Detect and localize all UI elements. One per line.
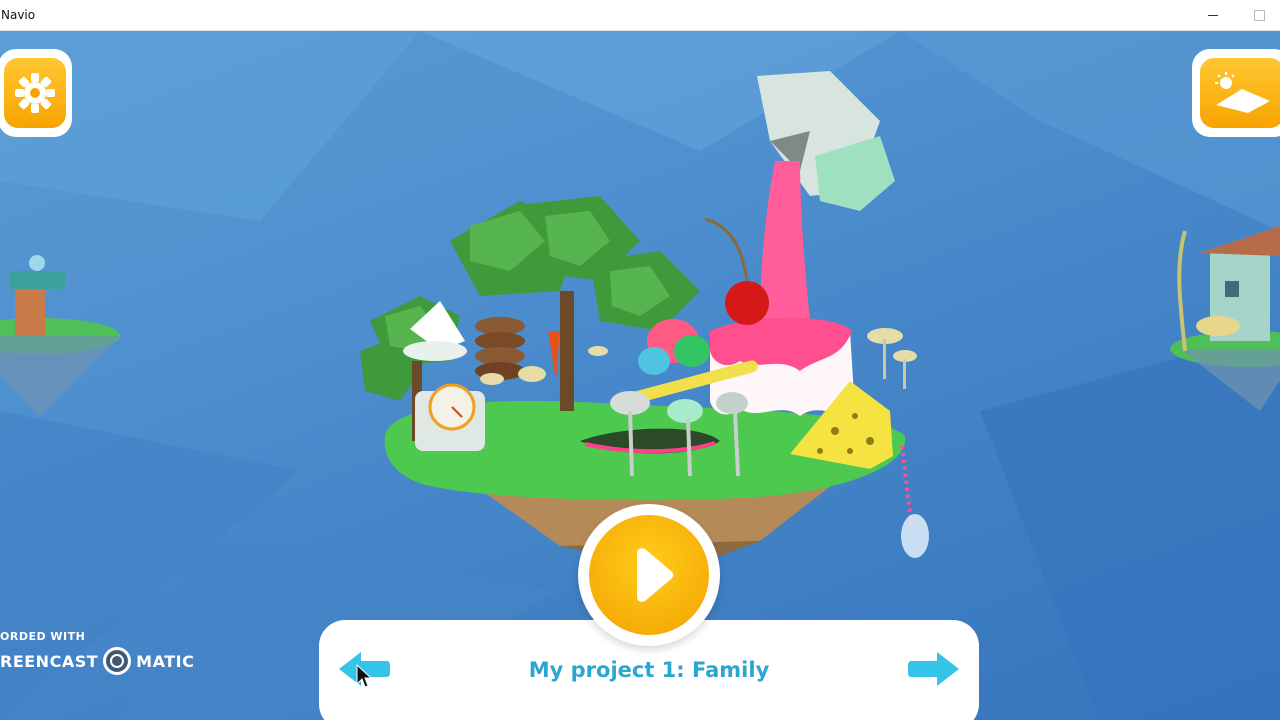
project-title: My project 1: Family: [528, 658, 770, 682]
play-icon: [637, 548, 674, 602]
main-island: [360, 71, 929, 571]
recording-watermark: ORDED WITH REENCAST MATIC: [0, 630, 194, 675]
window-titlebar: Navio: [0, 0, 1280, 31]
maximize-button[interactable]: [1236, 0, 1280, 31]
gear-icon: [15, 73, 55, 113]
landscape-button[interactable]: [1192, 49, 1280, 137]
watermark-line1: ORDED WITH: [0, 630, 86, 643]
arrow-right-icon: [908, 652, 959, 686]
landscape-icon: [1215, 72, 1270, 113]
next-project-button[interactable]: [907, 648, 963, 690]
settings-button[interactable]: [0, 49, 72, 137]
mouse-cursor-icon: [356, 664, 372, 688]
play-button[interactable]: [578, 504, 720, 646]
window-title: Navio: [1, 8, 36, 22]
watermark-line2a: REENCAST: [0, 651, 99, 671]
minimize-button[interactable]: [1190, 0, 1236, 31]
left-island: [0, 255, 120, 416]
watermark-line2b: MATIC: [136, 651, 195, 671]
screencast-logo-icon: [103, 647, 132, 675]
